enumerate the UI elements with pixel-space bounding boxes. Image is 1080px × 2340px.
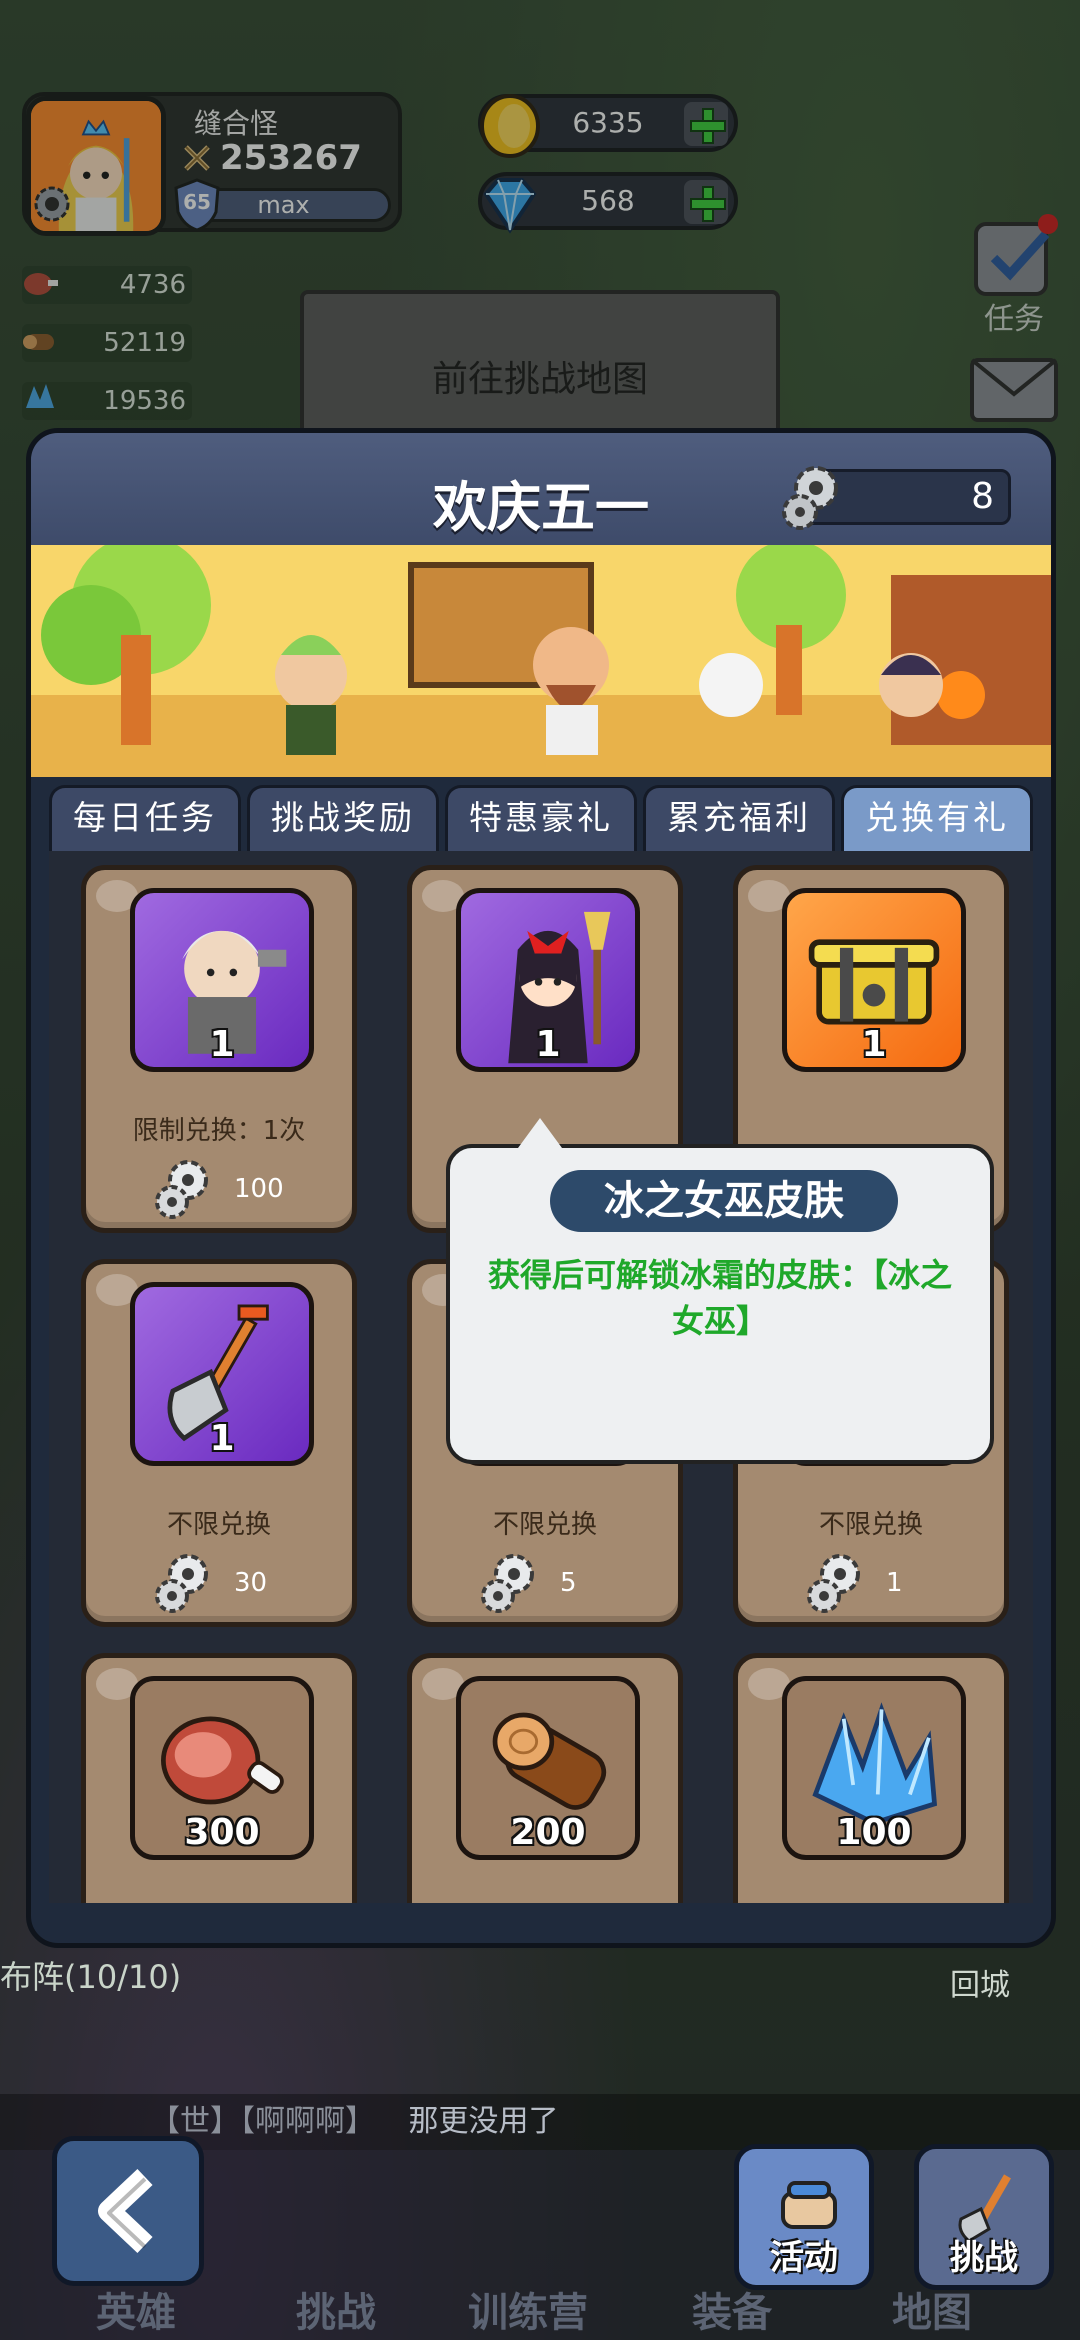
return-city-button[interactable]: 回城 — [950, 1960, 1010, 2004]
item-quantity: 100 — [836, 1812, 912, 1853]
return-city-label: 回城 — [950, 1968, 1010, 2003]
gear-token-icon — [481, 1554, 534, 1613]
gear-token-icon — [807, 1554, 860, 1613]
labor-day-banner-illustration — [31, 545, 1051, 777]
back-arrow-icon — [98, 2169, 153, 2253]
nav-training[interactable]: 训练营 — [468, 2280, 588, 2338]
formation-label: 布阵(10/10) — [0, 1958, 182, 1996]
item-slot[interactable]: 1 — [130, 1282, 314, 1466]
tab-bar: 每日任务 挑战奖励 特惠豪礼 累充福利 兑换有礼 — [49, 785, 1033, 851]
item-quantity: 1 — [209, 1418, 235, 1459]
cost-amount: 30 — [234, 1568, 268, 1598]
item-quantity: 1 — [535, 1024, 561, 1065]
item-quantity: 1 — [861, 1024, 887, 1065]
exchange-cost: 100 — [86, 1154, 352, 1224]
exchange-card[interactable]: 300 — [81, 1653, 357, 1903]
back-button[interactable] — [52, 2136, 204, 2286]
tab-recharge-benefits[interactable]: 累充福利 — [643, 785, 835, 851]
formation-indicator[interactable]: 布阵(10/10) — [0, 1952, 181, 1998]
chat-channel-prefix: 【世】【啊啊啊】 — [150, 2104, 375, 2139]
activity-button-label: 活动 — [770, 2238, 838, 2278]
challenge-button-label: 挑战 — [950, 2238, 1018, 2278]
tab-challenge-rewards[interactable]: 挑战奖励 — [247, 785, 439, 851]
item-slot[interactable]: 1 — [782, 888, 966, 1072]
cost-amount: 1 — [886, 1568, 903, 1598]
item-quantity: 300 — [184, 1812, 260, 1853]
item-tooltip: 冰之女巫皮肤 获得后可解锁冰霜的皮肤：【冰之女巫】 — [446, 1118, 994, 1464]
exchange-cost: 30 — [86, 1548, 352, 1618]
exchange-card[interactable]: 1 不限兑换 30 — [81, 1259, 357, 1627]
item-quantity: 200 — [510, 1812, 586, 1853]
exchange-limit: 不限兑换 — [492, 1510, 597, 1540]
item-slot[interactable]: 1 — [456, 888, 640, 1072]
exchange-cost: 5 — [412, 1548, 678, 1618]
cost-amount: 100 — [234, 1174, 284, 1204]
item-slot[interactable]: 200 — [456, 1676, 640, 1860]
event-banner — [31, 545, 1051, 777]
gear-token-icon — [155, 1554, 208, 1613]
exchange-cost: 1 — [738, 1548, 1004, 1618]
tab-daily-tasks[interactable]: 每日任务 — [49, 785, 241, 851]
challenge-button[interactable]: 挑战 — [914, 2144, 1054, 2290]
chat-message: 那更没用了 — [408, 2104, 559, 2139]
item-slot[interactable]: 300 — [130, 1676, 314, 1860]
tooltip-title: 冰之女巫皮肤 — [550, 1170, 898, 1232]
tooltip-description: 获得后可解锁冰霜的皮肤：【冰之女巫】 — [487, 1256, 952, 1340]
exchange-token-count: 8 — [782, 466, 1011, 530]
item-slot[interactable]: 100 — [782, 1676, 966, 1860]
token-amount: 8 — [971, 476, 994, 517]
panel-header: 欢庆五一 8 — [31, 433, 1051, 545]
tab-exchange-gifts[interactable]: 兑换有礼 — [841, 785, 1033, 851]
gear-token-icon — [782, 466, 838, 530]
tooltip-arrow — [518, 1118, 562, 1148]
exchange-card[interactable]: 1 限制兑换：1次 100 — [81, 865, 357, 1233]
tab-special-gifts[interactable]: 特惠豪礼 — [445, 785, 637, 851]
item-quantity: 1 — [209, 1024, 235, 1065]
exchange-limit: 不限兑换 — [166, 1510, 271, 1540]
nav-challenge[interactable]: 挑战 — [296, 2280, 376, 2338]
activity-button[interactable]: 活动 — [734, 2144, 874, 2290]
item-slot[interactable]: 1 — [130, 888, 314, 1072]
gear-token-icon — [155, 1160, 208, 1219]
exchange-limit: 限制兑换：1次 — [132, 1116, 306, 1146]
exchange-card[interactable]: 200 — [407, 1653, 683, 1903]
cost-amount: 5 — [560, 1568, 577, 1598]
nav-hero[interactable]: 英雄 — [96, 2280, 176, 2338]
exchange-card[interactable]: 100 — [733, 1653, 1009, 1903]
exchange-limit: 不限兑换 — [818, 1510, 923, 1540]
